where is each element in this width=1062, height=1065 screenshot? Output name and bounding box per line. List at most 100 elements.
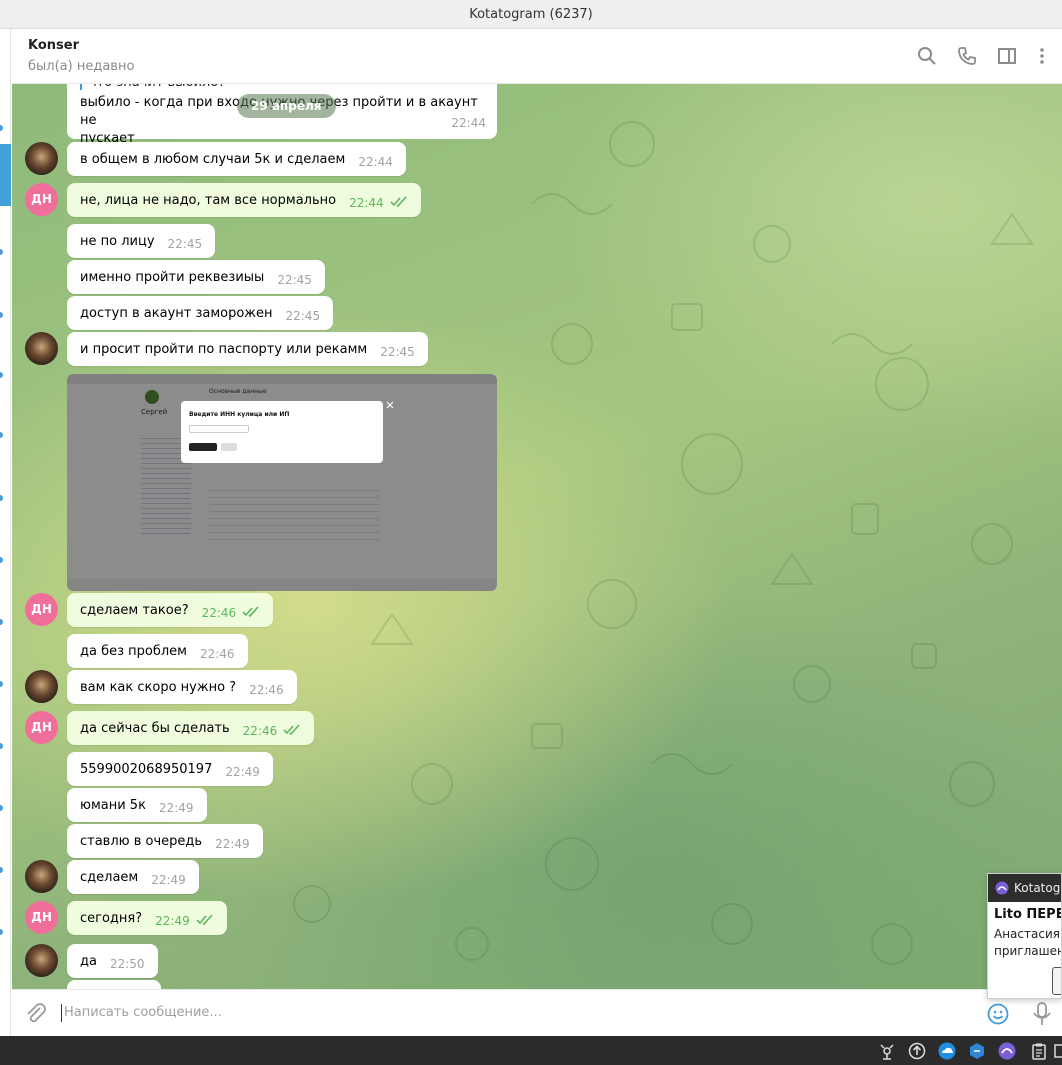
chat-header: Konser был(а) недавно (12, 29, 1062, 84)
phone-icon[interactable] (956, 45, 978, 67)
message-time: 22:46 (201, 606, 237, 620)
message-time: 22:45 (167, 237, 203, 251)
message-time: 22:44 (349, 196, 384, 210)
unread-indicator (0, 372, 3, 378)
message-bubble-outgoing[interactable]: сегодня? 22:49 (67, 901, 227, 935)
attachment-dialog-input (189, 425, 249, 433)
kotatogram-tray-icon[interactable] (998, 1042, 1016, 1060)
unread-indicator (0, 681, 3, 687)
message-bubble-outgoing[interactable]: да сейчас бы сделать 22:46 (67, 711, 315, 745)
message-bubble-incoming[interactable] (67, 980, 161, 989)
microphone-icon[interactable] (1031, 1001, 1053, 1027)
unread-indicator (0, 432, 3, 438)
notification-text: приглашен (994, 944, 1062, 958)
message-bubble-incoming[interactable]: да без проблем 22:46 (67, 634, 248, 668)
window-title: Kotatogram (6237) (469, 7, 593, 22)
message-bubble-incoming[interactable]: сделаем 22:49 (67, 860, 199, 894)
notification-popup[interactable]: Kotatogram Lito ПЕРЕ Анастасия приглашен (987, 873, 1062, 999)
message-bubble-incoming[interactable]: да 22:50 (67, 944, 158, 978)
tray-overflow-icon[interactable] (1054, 1042, 1062, 1060)
message-text: вам как скоро нужно ? (80, 680, 237, 695)
read-checkmarks-icon (196, 914, 213, 926)
message-text: да (80, 954, 97, 969)
message-bubble-incoming[interactable]: именно пройти реквезиыы 22:45 (67, 260, 325, 294)
message-bubble-incoming[interactable]: ставлю в очередь 22:49 (67, 824, 263, 858)
message-text: доступ в акаунт заморожен (80, 306, 273, 321)
chat-list-strip[interactable] (0, 29, 11, 1036)
contact-avatar[interactable] (25, 142, 58, 175)
notification-text: Анастасия (994, 927, 1060, 941)
message-text: 5599002068950197 (80, 762, 213, 777)
message-time: 22:44 (358, 155, 393, 169)
unread-indicator (0, 125, 3, 131)
message-time: 22:44 (451, 116, 486, 130)
message-bubble-incoming[interactable]: в общем в любом случаи 5к и сделаем 22:44 (67, 142, 406, 176)
notification-titlebar: Kotatogram (988, 874, 1061, 902)
chat-area[interactable]: что значит выбило? выбило - когда при вх… (12, 84, 1062, 989)
contact-name[interactable]: Konser (28, 38, 79, 53)
contact-avatar[interactable] (25, 944, 58, 977)
message-bubble-incoming[interactable]: вам как скоро нужно ? 22:46 (67, 670, 297, 704)
unread-indicator (0, 867, 3, 873)
chat-list-selected-item[interactable] (0, 144, 11, 206)
own-avatar[interactable]: ДН (25, 593, 58, 626)
message-time: 22:45 (285, 309, 321, 323)
own-avatar[interactable]: ДН (25, 901, 58, 934)
emoji-icon[interactable] (986, 1002, 1010, 1026)
read-checkmarks-icon (242, 606, 259, 618)
network-icon[interactable] (878, 1042, 896, 1060)
message-input[interactable]: Написать сообщение... (64, 1005, 222, 1020)
security-shield-icon[interactable] (968, 1042, 986, 1060)
unread-indicator (0, 249, 3, 255)
message-bubble-outgoing[interactable]: сделаем такое? 22:46 (67, 593, 274, 627)
message-bubble-incoming[interactable]: не по лицу 22:45 (67, 224, 216, 258)
message-text: не по лицу (80, 234, 155, 249)
contact-avatar[interactable] (25, 670, 58, 703)
attach-paperclip-icon[interactable] (24, 1002, 48, 1026)
updates-icon[interactable] (908, 1042, 926, 1060)
date-pill[interactable]: 29 апреля (237, 94, 336, 118)
message-composer[interactable]: Написать сообщение... (12, 989, 1062, 1036)
sidebar-toggle-icon[interactable] (996, 45, 1018, 67)
kotatogram-logo-icon (995, 881, 1009, 895)
reply-quote-bar (80, 84, 82, 90)
message-time: 22:49 (215, 837, 250, 851)
clipboard-icon[interactable] (1030, 1042, 1048, 1060)
contact-status: был(а) недавно (28, 59, 135, 74)
window-titlebar: Kotatogram (6237) (0, 0, 1062, 29)
reply-quote-text[interactable]: что значит выбило? (89, 84, 225, 92)
unread-indicator (0, 743, 3, 749)
message-bubble-incoming[interactable]: юмани 5к 22:49 (67, 788, 207, 822)
message-bubble-incoming[interactable]: 5599002068950197 22:49 (67, 752, 273, 786)
more-vert-icon[interactable] (1031, 45, 1053, 67)
message-text: ставлю в очередь (80, 834, 203, 849)
message-time: 22:46 (199, 647, 235, 661)
message-time: 22:46 (249, 683, 284, 697)
own-avatar[interactable]: ДН (25, 183, 58, 216)
cloud-sync-icon[interactable] (938, 1042, 956, 1060)
message-text: не, лица не надо, там все нормально (80, 193, 337, 208)
text-cursor (61, 1004, 62, 1022)
message-bubble-incoming[interactable]: доступ в акаунт заморожен 22:45 (67, 296, 334, 330)
message-text: в общем в любом случаи 5к и сделаем (80, 152, 346, 167)
attachment-dialog-title: Введите ИНН кулица или ИП (189, 411, 290, 418)
message-time: 22:50 (109, 957, 145, 971)
contact-avatar[interactable] (25, 860, 58, 893)
unread-indicator (0, 312, 3, 318)
unread-indicator (0, 495, 3, 501)
message-time: 22:45 (277, 273, 312, 287)
message-bubble-incoming[interactable]: и просит пройти по паспорту или рекамм 22… (67, 332, 428, 366)
own-avatar[interactable]: ДН (25, 711, 58, 744)
message-text: именно пройти реквезиыы (80, 270, 265, 285)
image-attachment[interactable]: Сергей Основные данные Введите ИНН кулиц… (67, 374, 497, 591)
read-checkmarks-icon (283, 724, 300, 736)
search-icon[interactable] (916, 45, 938, 67)
unread-indicator (0, 619, 3, 625)
contact-avatar[interactable] (25, 332, 58, 365)
message-text: сделаем такое? (80, 603, 189, 618)
message-text: юмани 5к (80, 798, 146, 813)
notification-action-button[interactable] (1052, 967, 1061, 995)
attachment-dialog-secondary-button (221, 443, 237, 451)
notification-app-name: Kotatogram (1014, 881, 1061, 895)
message-bubble-outgoing[interactable]: не, лица не надо, там все нормально 22:44 (67, 183, 421, 217)
